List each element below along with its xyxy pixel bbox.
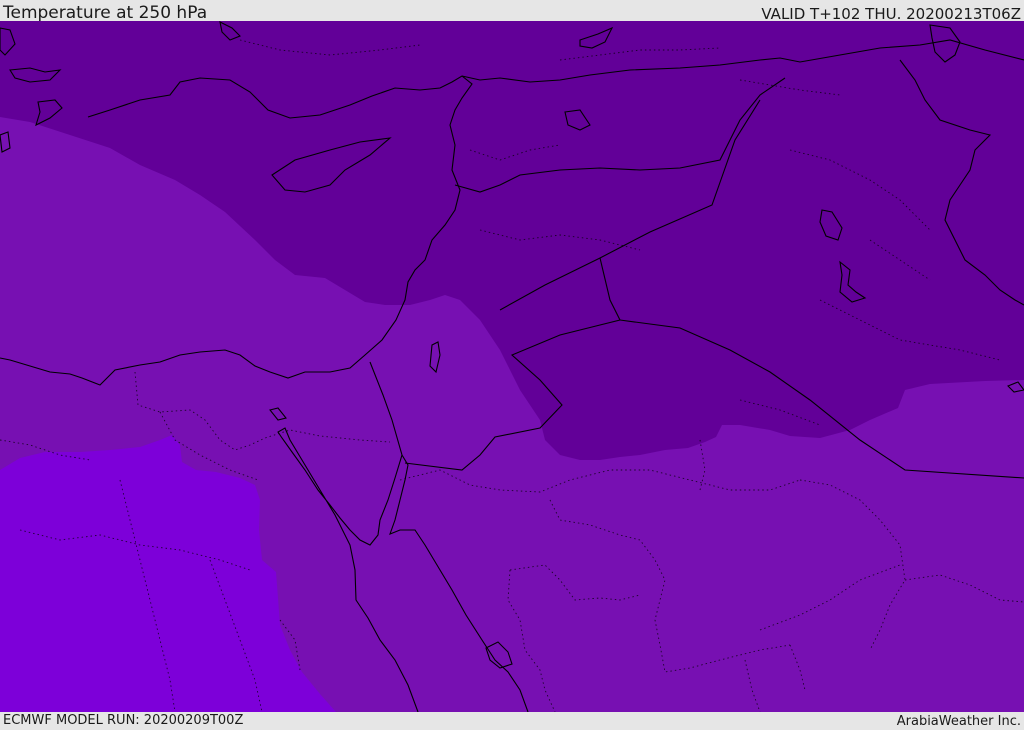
model-run-label: ECMWF MODEL RUN: 20200209T00Z bbox=[3, 713, 244, 728]
map-viewer: Temperature at 250 hPa VALID T+102 THU. … bbox=[0, 0, 1024, 729]
footer-bar: ECMWF MODEL RUN: 20200209T00Z ArabiaWeat… bbox=[0, 712, 1024, 729]
header-bar: Temperature at 250 hPa VALID T+102 THU. … bbox=[0, 0, 1024, 23]
weather-map bbox=[0, 21, 1024, 712]
credit-label: ArabiaWeather Inc. bbox=[896, 714, 1021, 729]
